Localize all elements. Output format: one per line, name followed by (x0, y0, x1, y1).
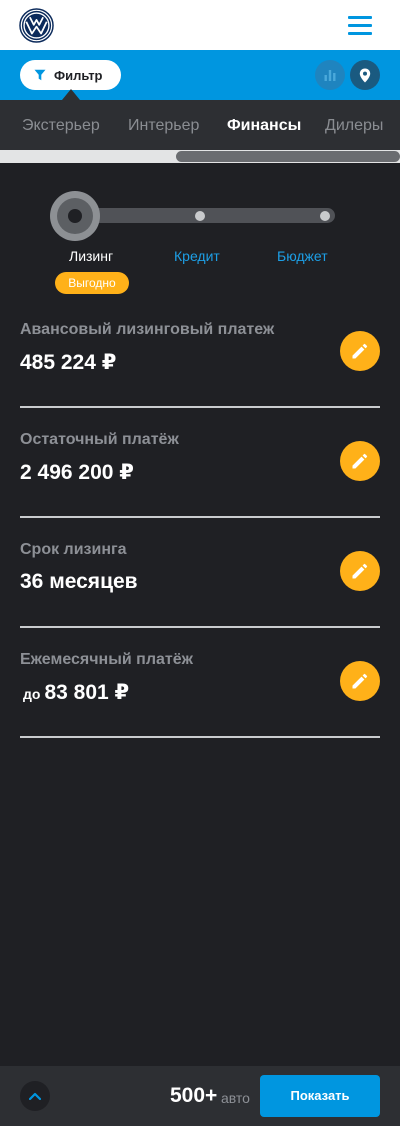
filter-label: Фильтр (54, 67, 103, 83)
results-count-unit: авто (221, 1090, 250, 1106)
option-leasing[interactable]: Лизинг (69, 248, 113, 264)
residual-payment-amount: 2 496 200 ₽ (20, 461, 134, 484)
best-deal-badge: Выгодно (55, 272, 129, 294)
top-bar (0, 0, 400, 50)
monthly-payment-prefix: до (23, 686, 41, 702)
slider-stop-budget[interactable] (320, 211, 330, 221)
results-count: 500+ (170, 1084, 218, 1107)
bottom-bar: 500+ авто Показать (0, 1066, 400, 1126)
tab-interior[interactable]: Интерьер (128, 100, 199, 150)
option-budget[interactable]: Бюджет (277, 248, 328, 264)
residual-payment-label: Остаточный платёж (20, 431, 179, 448)
lease-term-amount: 36 месяцев (20, 570, 138, 593)
stats-button[interactable] (315, 60, 345, 90)
pencil-icon (352, 453, 368, 469)
pencil-icon (352, 343, 368, 359)
slider-stop-credit[interactable] (195, 211, 205, 221)
pencil-icon (352, 673, 368, 689)
slider-handle[interactable] (50, 191, 100, 241)
edit-residual-payment-button[interactable] (340, 441, 380, 481)
advance-payment-amount: 485 224 ₽ (20, 351, 117, 374)
monthly-payment-label: Ежемесячный платёж (20, 651, 193, 668)
show-results-button[interactable]: Показать (260, 1075, 380, 1117)
filter-button[interactable]: Фильтр (20, 60, 121, 90)
row-divider (20, 406, 380, 408)
advance-payment-label: Авансовый лизинговый платеж (20, 321, 275, 338)
pencil-icon (352, 563, 368, 579)
tabs-scrollbar-thumb[interactable] (176, 151, 400, 162)
option-credit[interactable]: Кредит (174, 248, 220, 264)
edit-monthly-payment-button[interactable] (340, 661, 380, 701)
monthly-payment-amount: 83 801 ₽ (44, 681, 130, 704)
map-button[interactable] (350, 60, 380, 90)
residual-payment-value: 2 496 200 ₽ (20, 460, 134, 485)
lease-term-label: Срок лизинга (20, 541, 127, 558)
edit-advance-payment-button[interactable] (340, 331, 380, 371)
filter-bar: Фильтр (0, 50, 400, 100)
bar-chart-icon (324, 70, 336, 81)
volkswagen-logo[interactable] (19, 8, 54, 43)
scroll-up-button[interactable] (20, 1081, 50, 1111)
tab-dealers[interactable]: Дилеры (325, 100, 383, 150)
row-divider (20, 736, 380, 738)
hamburger-menu-icon[interactable] (346, 14, 374, 36)
funnel-icon (34, 69, 46, 81)
filter-caret (62, 89, 80, 100)
map-pin-icon (359, 68, 371, 82)
chevron-up-icon (29, 1092, 41, 1100)
section-tabs: Экстерьер Интерьер Финансы Дилеры (0, 100, 400, 150)
lease-term-value: 36 месяцев (20, 570, 138, 594)
row-divider (20, 516, 380, 518)
monthly-payment-value: до 83 801 ₽ (20, 680, 129, 705)
row-divider (20, 626, 380, 628)
advance-payment-value: 485 224 ₽ (20, 350, 116, 375)
edit-lease-term-button[interactable] (340, 551, 380, 591)
tab-finance[interactable]: Финансы (227, 100, 301, 150)
tab-exterior[interactable]: Экстерьер (22, 100, 100, 150)
